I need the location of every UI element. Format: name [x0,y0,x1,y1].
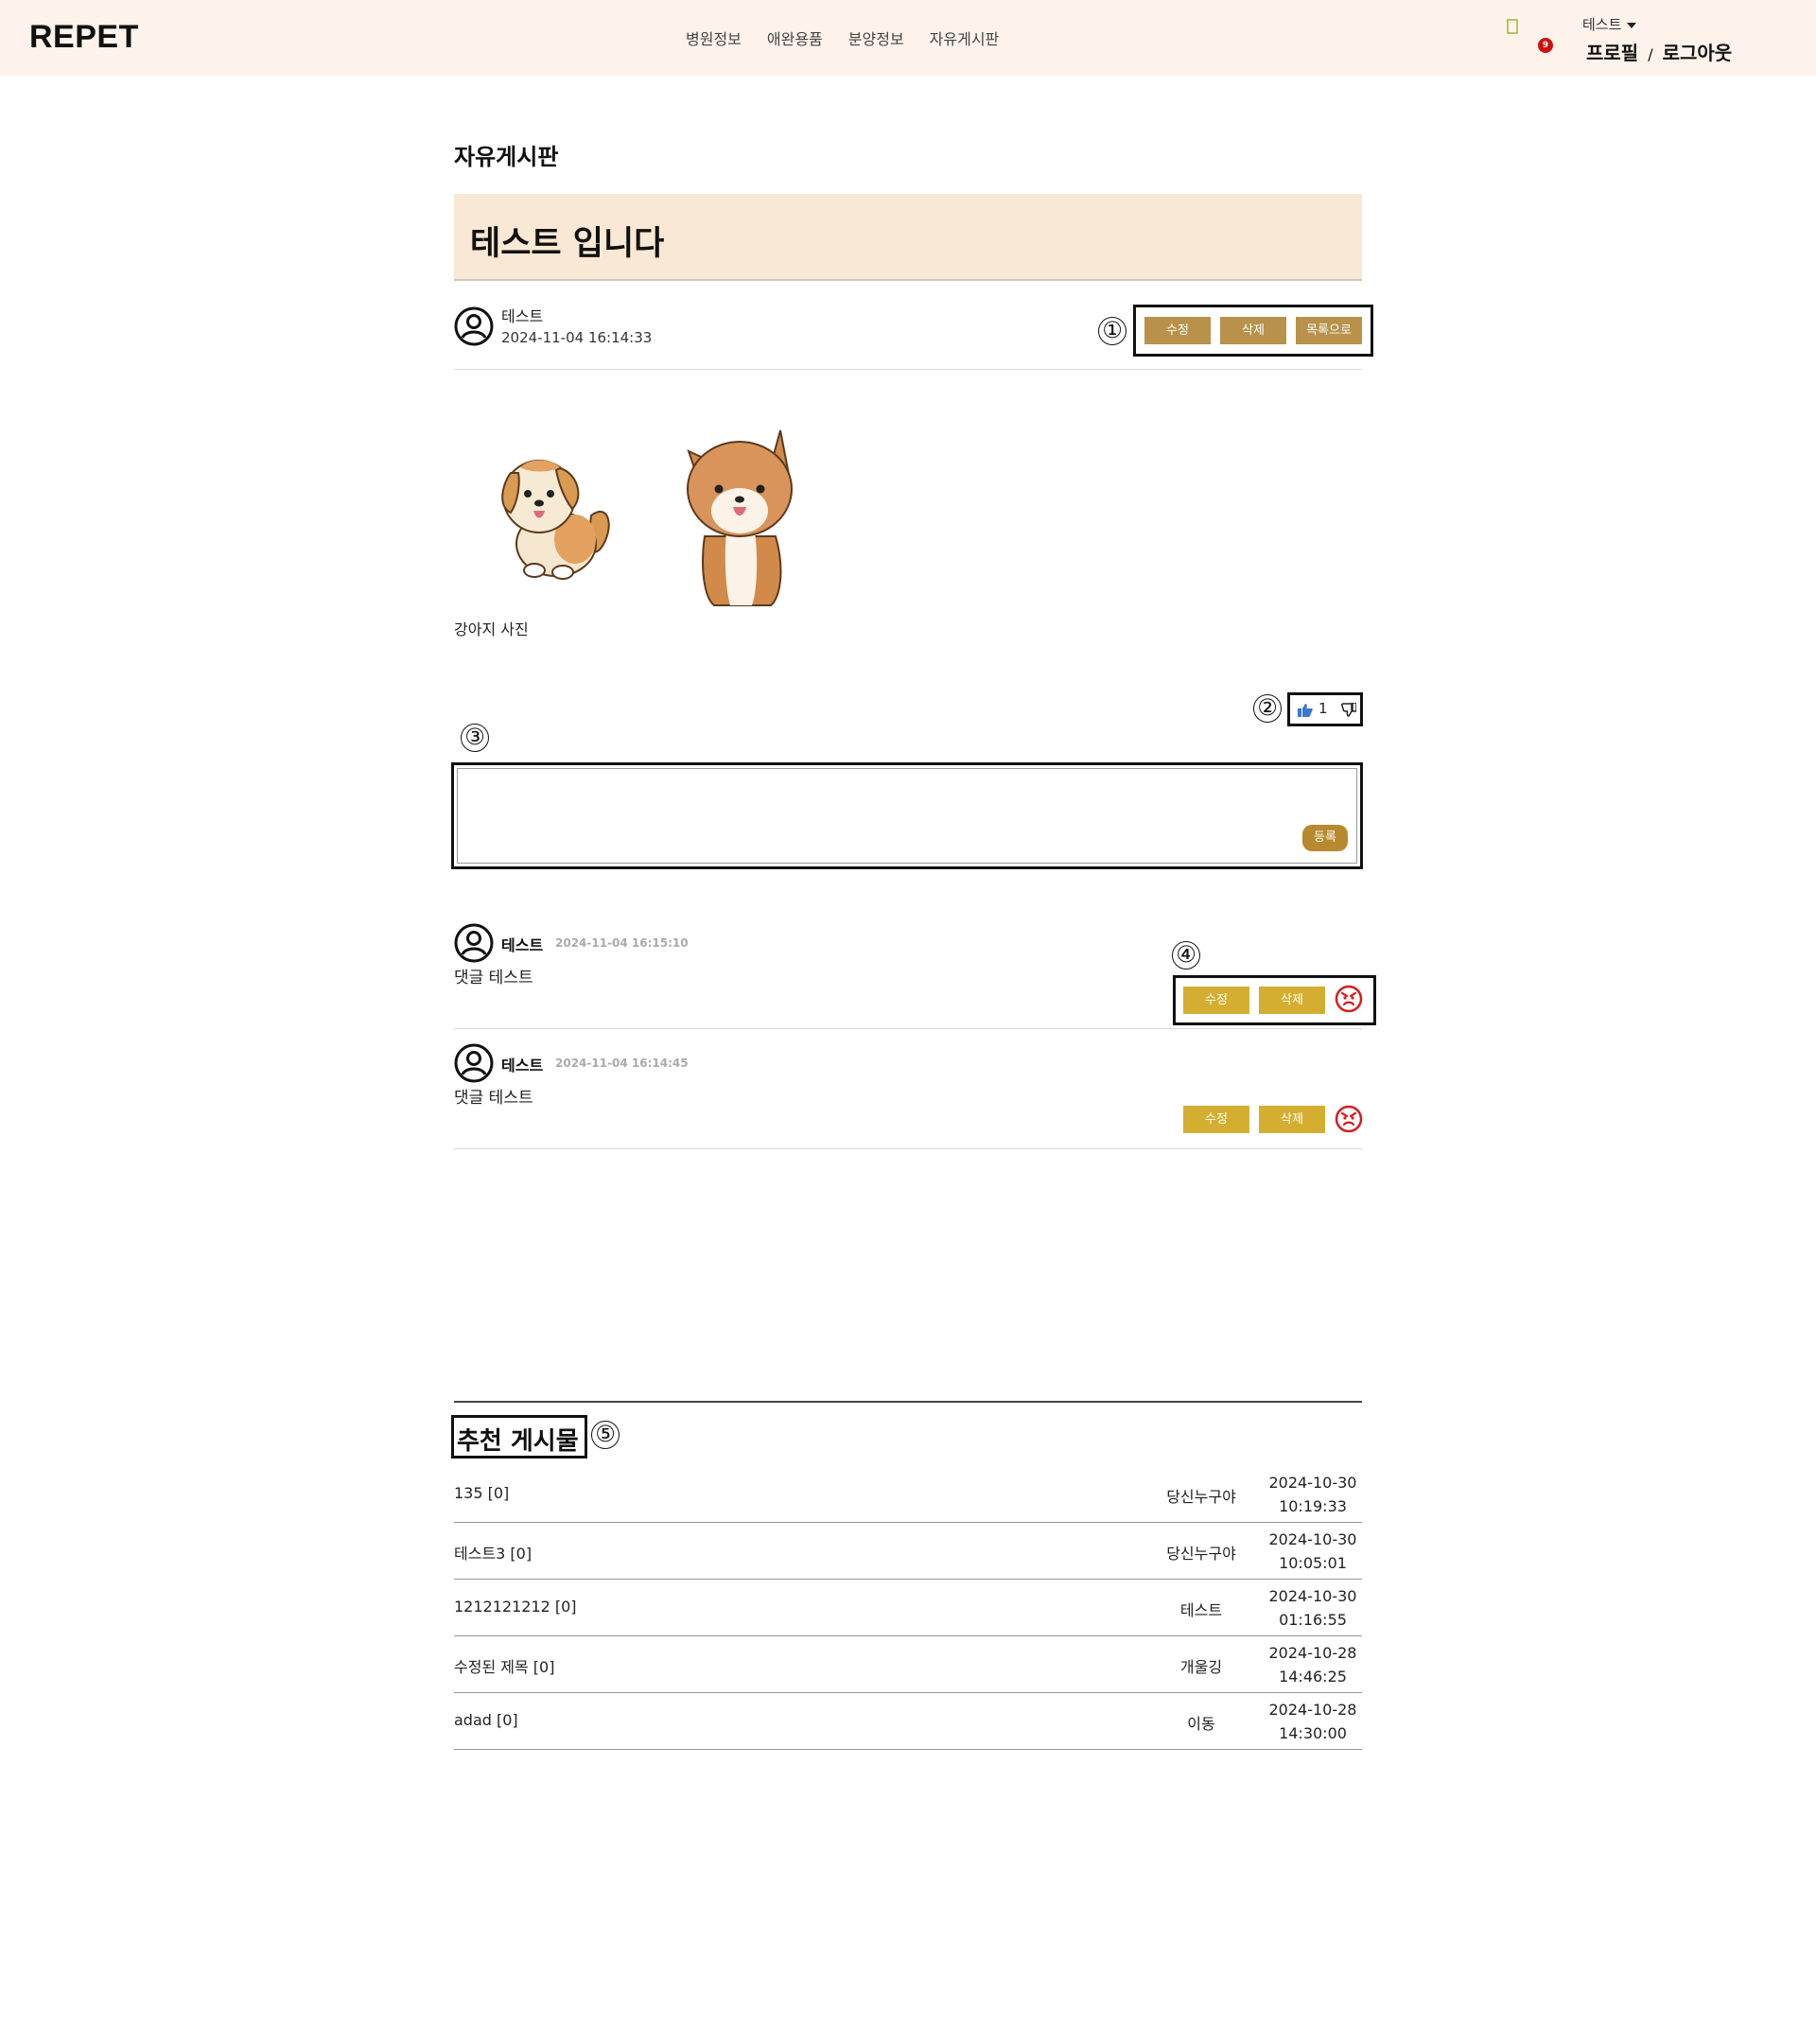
recommended-post-title[interactable]: adad [0] [454,1711,518,1729]
logout-link[interactable]: 로그아웃 [1663,42,1733,64]
profile-link[interactable]: 프로필 [1586,42,1638,64]
annotation-3: ③ [461,724,489,752]
recommended-post-datetime: 2024-10-30 10:05:01 [1261,1528,1365,1575]
like-dislike-box: 1 [1287,692,1363,726]
comment-edit-button[interactable]: 수정 [1183,987,1249,1014]
recommended-post-time: 01:16:55 [1279,1611,1347,1629]
user-menu-toggle[interactable]: 테스트 [1582,14,1637,34]
puppy-image-1 [501,460,610,580]
recommended-post-title[interactable]: 1212121212 [0] [454,1598,577,1616]
recommended-post-author: 당신누구야 [1166,1488,1236,1506]
post-date: 2024-11-04 16:14:33 [501,329,653,346]
recommended-post-datetime: 2024-10-28 14:46:25 [1261,1641,1365,1688]
comment-body: 댓글 테스트 [454,969,533,987]
recommended-post-time: 10:19:33 [1279,1497,1347,1515]
post-delete-button[interactable]: 삭제 [1220,317,1286,344]
comment-date: 2024-11-04 16:15:10 [555,936,689,950]
recommended-row[interactable]: 1212121212 [0] 테스트 2024-10-30 01:16:55 [454,1580,1362,1636]
recommended-post-date: 2024-10-28 [1268,1644,1357,1662]
nav-hospital-info[interactable]: 병원정보 [686,26,742,49]
post-title-box: 테스트 입니다 [454,194,1362,281]
nav-adoption-info[interactable]: 분양정보 [848,26,904,49]
recommended-post-time: 14:46:25 [1279,1668,1347,1686]
comment-input[interactable] [457,768,1357,864]
recommended-row[interactable]: 테스트3 [0] 당신누구야 2024-10-30 10:05:01 [454,1523,1362,1580]
puppy-image-2 [687,429,793,606]
top-header: REPET 병원정보 애완용품 분양정보 자유게시판 9 테스트 프로필 / 로그아… [0,0,1816,76]
annotation-5: ⑤ [591,1421,620,1449]
recommended-title: 추천 게시물 [457,1427,579,1456]
annotation-2: ② [1253,694,1282,723]
comment-form [451,762,1363,869]
link-separator: / [1648,45,1653,63]
nav-pet-supplies[interactable]: 애완용품 [767,26,823,49]
like-count: 1 [1318,700,1328,717]
recommended-post-date: 2024-10-28 [1268,1701,1357,1719]
comment-divider [454,1028,1362,1029]
recommended-title-highlight: 추천 게시물 [451,1415,587,1459]
comment-submit-button[interactable]: 등록 [1302,825,1348,851]
recommended-post-date: 2024-10-30 [1268,1587,1357,1605]
site-logo[interactable]: REPET [29,19,139,56]
user-links: 프로필 / 로그아웃 [1586,38,1732,65]
back-to-list-button[interactable]: 목록으로 [1296,317,1362,344]
comment-author: 테스트 [501,936,544,954]
recommended-post-datetime: 2024-10-28 14:30:00 [1261,1698,1365,1745]
recommended-post-author: 이동 [1187,1715,1215,1733]
comment-delete-button[interactable]: 삭제 [1259,987,1325,1014]
comment-divider [454,1148,1362,1149]
recommended-row[interactable]: adad [0] 이동 2024-10-28 14:30:00 [454,1693,1362,1750]
user-circle-icon [454,306,494,346]
post-edit-button[interactable]: 수정 [1144,317,1211,344]
recommended-post-date: 2024-10-30 [1268,1530,1357,1548]
comment-delete-button[interactable]: 삭제 [1259,1106,1325,1133]
comment-date: 2024-11-04 16:14:45 [555,1057,689,1070]
recommended-post-author: 개울깅 [1179,1658,1223,1676]
recommended-post-time: 14:30:00 [1279,1724,1347,1742]
notification-badge: 9 [1538,38,1553,53]
recommended-post-time: 10:05:01 [1279,1554,1347,1572]
nav-free-board[interactable]: 자유게시판 [930,26,1000,49]
comment-edit-button[interactable]: 수정 [1183,1106,1249,1133]
comment-body: 댓글 테스트 [454,1089,533,1108]
thumbs-up-icon[interactable] [1298,703,1313,717]
board-title: 자유게시판 [454,144,559,170]
recommended-row[interactable]: 135 [0] 당신누구야 2024-10-30 10:19:33 [454,1466,1362,1523]
recommended-post-author: 당신누구야 [1166,1545,1236,1563]
main-nav: 병원정보 애완용품 분양정보 자유게시판 [686,26,999,49]
caret-down-icon [1627,22,1637,28]
user-circle-icon [454,1043,494,1083]
post-header-divider [454,369,1362,370]
angry-face-icon[interactable] [1335,985,1363,1013]
image-caption: 강아지 사진 [454,620,529,638]
user-circle-icon [454,923,494,963]
user-name: 테스트 [1582,16,1622,33]
angry-face-icon[interactable] [1335,1105,1363,1133]
recommended-post-title[interactable]: 135 [0] [454,1484,509,1502]
recommended-rule [454,1401,1362,1403]
annotation-4: ④ [1172,941,1200,970]
post-title: 테스트 입니다 [470,225,665,263]
post-author: 테스트 [501,307,544,325]
bell-icon[interactable] [1507,19,1518,34]
recommended-post-title[interactable]: 수정된 제목 [0] [454,1654,554,1677]
recommended-post-author: 테스트 [1179,1601,1223,1619]
recommended-post-date: 2024-10-30 [1268,1474,1357,1492]
recommended-post-datetime: 2024-10-30 10:19:33 [1261,1471,1365,1518]
annotation-1: ① [1098,317,1126,345]
recommended-row[interactable]: 수정된 제목 [0] 개울깅 2024-10-28 14:46:25 [454,1636,1362,1693]
comment-author: 테스트 [501,1057,544,1074]
recommended-post-title[interactable]: 테스트3 [0] [454,1541,532,1564]
thumbs-down-icon[interactable] [1341,703,1356,717]
recommended-post-datetime: 2024-10-30 01:16:55 [1261,1584,1365,1632]
